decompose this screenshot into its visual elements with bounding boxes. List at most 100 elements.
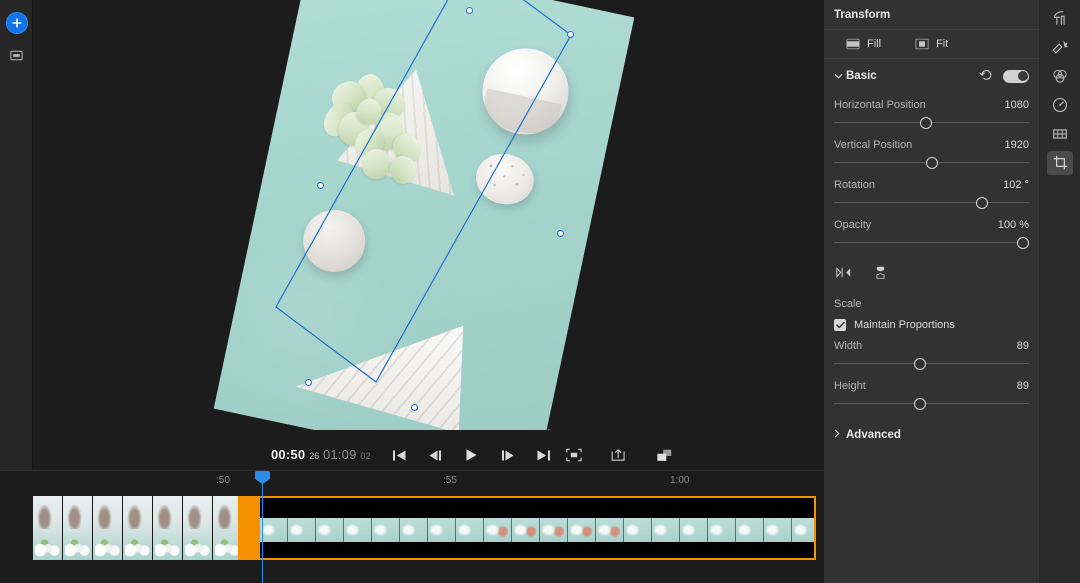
rotation-label: Rotation [834, 179, 875, 191]
duration-frames-value: 02 [360, 451, 371, 461]
fit-button[interactable]: Fit [915, 38, 948, 50]
preview-stage[interactable] [33, 0, 824, 430]
color-wheels-icon [1053, 69, 1067, 83]
share-button[interactable] [608, 444, 630, 466]
advanced-section-header[interactable]: Advanced [824, 429, 1039, 441]
step-forward-button[interactable] [496, 444, 518, 466]
skip-to-start-icon [392, 450, 405, 460]
current-frames-value: 26 [309, 451, 320, 461]
horizontal-position-value[interactable]: 1080 [1005, 99, 1029, 111]
duration-value: 01:09 [323, 447, 357, 462]
plus-circle-icon [5, 11, 28, 34]
timeline-ruler[interactable]: :50 :55 1:00 [0, 471, 824, 495]
flip-horizontal-icon [836, 267, 851, 278]
decor-speckled-stone [471, 148, 539, 210]
play-button[interactable] [460, 444, 482, 466]
add-media-button[interactable] [0, 6, 33, 39]
preview-actions [563, 444, 675, 466]
scrubber-handle[interactable] [543, 429, 554, 430]
timeline-clip-2[interactable] [238, 496, 816, 560]
transform-panel: Transform Fill Fit Basic Horizontal Posi… [824, 0, 1040, 583]
current-timecode[interactable]: 00:50 26 [271, 447, 319, 462]
height-label: Height [834, 380, 866, 392]
step-forward-icon [501, 450, 513, 460]
checkmark-icon [835, 321, 845, 329]
skip-to-end-icon [537, 450, 550, 460]
fill-fit-row: Fill Fit [824, 30, 1039, 59]
flip-vertical-button[interactable] [873, 266, 888, 284]
ruler-label: :55 [443, 475, 457, 486]
fill-label: Fill [867, 38, 882, 50]
fill-button[interactable]: Fill [846, 38, 881, 50]
basic-section-header[interactable]: Basic [824, 62, 1039, 90]
media-library-button[interactable] [0, 39, 33, 72]
width-value[interactable]: 89 [1017, 340, 1029, 352]
horizontal-position-slider[interactable] [834, 116, 1029, 130]
go-to-end-button[interactable] [532, 444, 554, 466]
play-icon [466, 449, 477, 461]
opacity-property: Opacity 100 % [824, 219, 1039, 250]
height-slider[interactable] [834, 397, 1029, 411]
basic-enable-toggle[interactable] [1003, 69, 1029, 83]
width-property: Width 89 [824, 340, 1039, 371]
clip-1-filmstrip [33, 496, 238, 560]
step-backward-icon [429, 450, 441, 460]
color-button[interactable] [1040, 61, 1080, 90]
timeline-clip-1[interactable] [33, 496, 238, 560]
split-view-button[interactable] [653, 444, 675, 466]
preview-image [213, 0, 635, 430]
effects-icon [1052, 39, 1069, 54]
transport-buttons [388, 444, 554, 466]
playhead[interactable] [255, 471, 270, 583]
maintain-proportions-checkbox[interactable] [834, 319, 846, 331]
flip-horizontal-button[interactable] [836, 266, 851, 284]
width-label: Width [834, 340, 863, 352]
text-tool-button[interactable] [1040, 3, 1080, 32]
rotation-slider[interactable] [834, 196, 1029, 210]
panel-title: Transform [824, 0, 1039, 30]
fill-icon [846, 38, 860, 50]
video-editor-window: 00:50 26 01:09 02:50:55 1:00 Transform… [0, 0, 1080, 583]
horizontal-position-label: Horizontal Position [834, 99, 926, 111]
width-slider[interactable] [834, 357, 1029, 371]
vertical-position-value[interactable]: 1920 [1005, 139, 1029, 151]
basic-section-title: Basic [846, 70, 877, 82]
media-library-icon [10, 50, 23, 61]
opacity-value[interactable]: 100 % [998, 219, 1029, 231]
vertical-position-label: Vertical Position [834, 139, 913, 151]
share-export-icon [611, 449, 625, 461]
ruler-label: :50 [216, 475, 230, 486]
flip-buttons-row [824, 266, 1039, 284]
height-value[interactable]: 89 [1017, 380, 1029, 392]
chevron-down-icon [834, 70, 846, 82]
opacity-slider[interactable] [834, 236, 1030, 250]
split-view-icon [656, 449, 671, 461]
decor-sphere-large [474, 40, 577, 143]
step-back-button[interactable] [424, 444, 446, 466]
fullscreen-icon [566, 448, 582, 462]
decor-sphere-small [297, 204, 371, 278]
timeline[interactable]: :50 :55 1:00 [0, 470, 824, 583]
audio-button[interactable] [1040, 119, 1080, 148]
effects-button[interactable] [1040, 32, 1080, 61]
audio-grid-icon [1053, 128, 1067, 139]
maintain-proportions-row[interactable]: Maintain Proportions [824, 319, 1039, 331]
vertical-position-slider[interactable] [834, 156, 1029, 170]
rotation-value[interactable]: 102 ° [1003, 179, 1029, 191]
fullscreen-button[interactable] [563, 444, 585, 466]
transform-button[interactable] [1040, 148, 1080, 177]
basic-reset-button[interactable] [979, 69, 993, 83]
clip-2-filmstrip [260, 518, 814, 542]
crop-transform-icon [1053, 155, 1067, 170]
duration-timecode: 01:09 02 [323, 447, 371, 462]
height-property: Height 89 [824, 380, 1039, 411]
flip-vertical-icon [876, 266, 885, 279]
transport-bar: 00:50 26 01:09 02 [33, 440, 841, 470]
go-to-start-button[interactable] [388, 444, 410, 466]
text-tool-icon [1053, 10, 1065, 25]
speed-button[interactable] [1040, 90, 1080, 119]
fit-label: Fit [936, 38, 949, 50]
current-time-value: 00:50 [271, 447, 306, 462]
clip-2-trim-handle[interactable] [238, 496, 260, 560]
video-track[interactable] [0, 496, 824, 560]
